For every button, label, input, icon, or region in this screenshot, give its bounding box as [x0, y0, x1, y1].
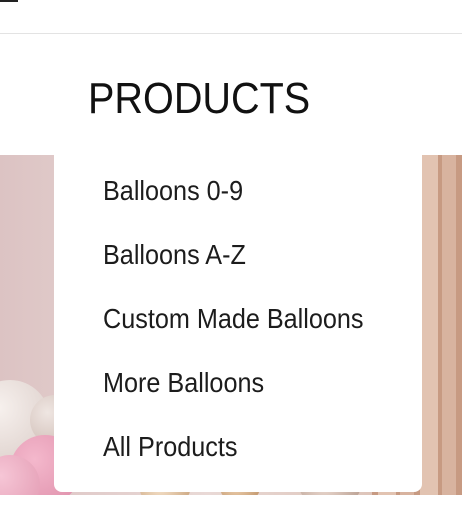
top-bar	[0, 0, 462, 34]
hero-floor	[0, 495, 462, 513]
products-dropdown-menu: Balloons 0-9 Balloons A-Z Custom Made Ba…	[54, 155, 422, 492]
menu-item-more-balloons[interactable]: More Balloons	[103, 363, 264, 403]
hamburger-menu-icon[interactable]	[0, 0, 18, 2]
nav-products-title[interactable]: PRODUCTS	[88, 73, 310, 125]
menu-item-balloons-0-9[interactable]: Balloons 0-9	[103, 171, 243, 211]
menu-item-custom-made-balloons[interactable]: Custom Made Balloons	[103, 299, 364, 339]
menu-item-balloons-a-z[interactable]: Balloons A-Z	[103, 235, 246, 275]
menu-item-all-products[interactable]: All Products	[103, 427, 237, 467]
